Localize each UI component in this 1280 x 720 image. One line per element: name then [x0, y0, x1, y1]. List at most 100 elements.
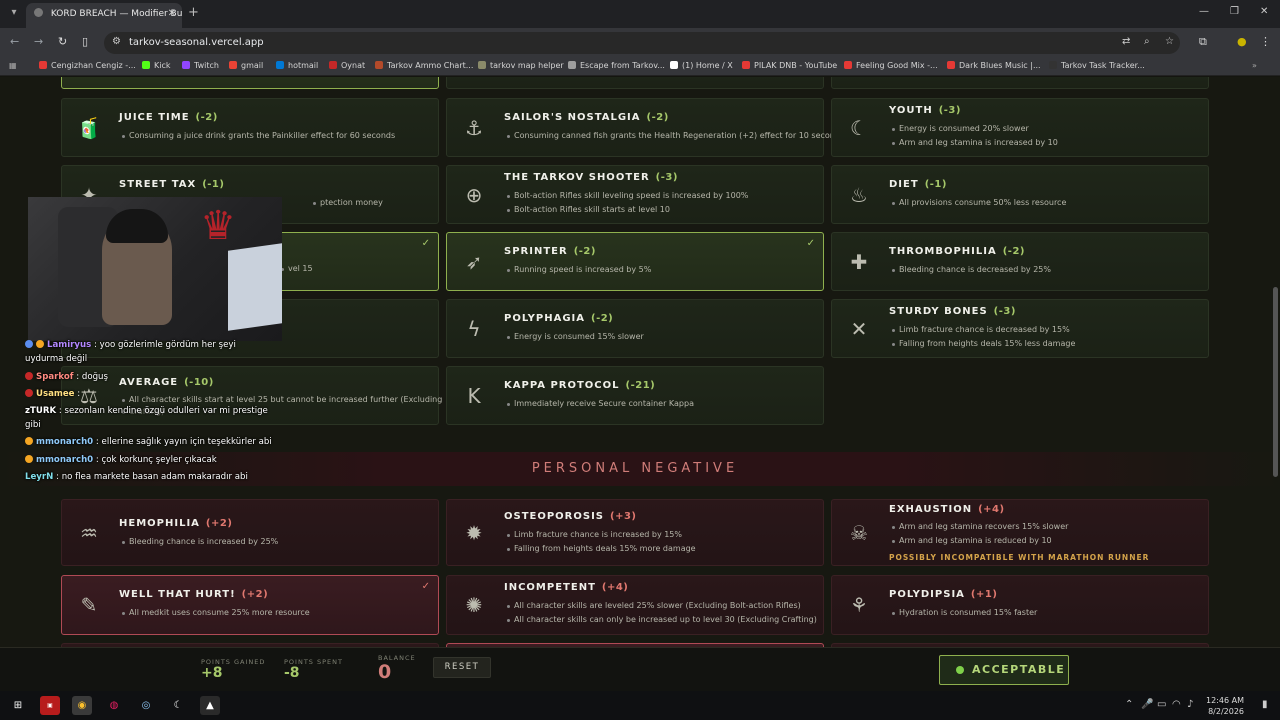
- translate-icon[interactable]: ⇄: [1122, 36, 1130, 47]
- address-bar[interactable]: ⚙ tarkov-seasonal.vercel.app ⇄ ⌕ ☆: [104, 32, 1180, 54]
- volume-icon[interactable]: ♪: [1187, 699, 1193, 710]
- modifier-effect: Energy is consumed 15% slower: [507, 332, 644, 341]
- chat-message: Sparkof : doğuş: [25, 372, 108, 382]
- modifier-card-sailors-nostalgia[interactable]: ⚓ SAILOR'S NOSTALGIA (-2) Consuming canne…: [446, 98, 844, 157]
- water-icon: ⚘: [850, 593, 868, 617]
- os-taskbar: ⊞ ▣ ◉ ◍ ◎ ☾ ▲ ⌃ 🎤 ▭ ◠ ♪ 12:46 AM 8/2/202…: [0, 691, 1280, 720]
- bookmark-11[interactable]: PILAK DNB - YouTube: [742, 61, 837, 70]
- chat-badge-icon: [25, 437, 33, 445]
- app-icon[interactable]: ◍: [104, 696, 124, 715]
- modifier-card-hemophilia[interactable]: ♒ HEMOPHILIA (+2) Bleeding chance is incr…: [61, 499, 439, 566]
- site-info-icon[interactable]: ⚙: [112, 36, 121, 47]
- bookmark-3[interactable]: Twitch: [182, 61, 219, 70]
- wifi-icon[interactable]: ◠: [1172, 699, 1181, 710]
- page-scrollbar[interactable]: [1273, 287, 1278, 477]
- bookmark-5[interactable]: hotmail: [276, 61, 318, 70]
- display-icon[interactable]: ▭: [1157, 699, 1166, 710]
- bookmark-2[interactable]: Kick: [142, 61, 171, 70]
- chat-message: LeyrN : no flea markete basan adam makar…: [25, 472, 248, 482]
- modifier-card-kappa-protocol[interactable]: K KAPPA PROTOCOL (-21) Immediately receiv…: [446, 366, 824, 425]
- modifier-card-cut[interactable]: [446, 77, 824, 89]
- new-tab-icon[interactable]: +: [188, 5, 199, 20]
- modifier-effect: Limb fracture chance is decreased by 15%: [892, 325, 1070, 334]
- browser-tab-bar: ▾ KORD BREACH — Modifier Buil ✕ + — ❐ ✕: [0, 0, 1280, 28]
- modifier-card-polydipsia[interactable]: ⚘ POLYDIPSIA (+1) Hydration is consumed 1…: [831, 575, 1209, 635]
- points-spent-value: -8: [284, 665, 300, 681]
- zoom-icon[interactable]: ⌕: [1144, 36, 1150, 47]
- modifier-title: YOUTH (-3): [889, 105, 961, 116]
- modifier-title: INCOMPETENT (+4): [504, 582, 629, 593]
- reload-icon[interactable]: ↻: [58, 35, 67, 48]
- sidebar-icon[interactable]: ▯: [82, 35, 88, 48]
- bookmark-6[interactable]: Oynat: [329, 61, 365, 70]
- bookmark-star-icon[interactable]: ☆: [1165, 36, 1174, 47]
- bookmark-10[interactable]: (1) Home / X: [670, 61, 733, 70]
- chat-message: gibi: [25, 420, 41, 430]
- chat-message: mmonarch0 : çok korkunç şeyler çıkacak: [25, 455, 217, 465]
- chat-badge-icon: [36, 340, 44, 348]
- modifier-card-sturdy-bones[interactable]: ✕ STURDY BONES (-3) Limb fracture chance …: [831, 299, 1209, 358]
- modifier-card-osteoporosis[interactable]: ✹ OSTEOPOROSIS (+3) Limb fracture chance …: [446, 499, 824, 566]
- close-window-icon[interactable]: ✕: [1260, 6, 1268, 17]
- mic-icon[interactable]: 🎤: [1141, 699, 1153, 710]
- profile-icon[interactable]: ●: [1237, 35, 1247, 48]
- tray-chevron-icon[interactable]: ⌃: [1125, 699, 1133, 710]
- apps-icon[interactable]: ▦: [9, 61, 17, 70]
- modifier-card-well-that-hurt[interactable]: ✎ WELL THAT HURT! (+2) All medkit uses co…: [61, 575, 439, 635]
- back-icon[interactable]: ←: [10, 35, 19, 48]
- steam-icon[interactable]: ◎: [136, 696, 156, 715]
- windows-start-icon[interactable]: ⊞: [8, 696, 28, 715]
- reset-button[interactable]: RESET: [433, 657, 491, 678]
- modifier-card-thrombophilia[interactable]: ✚ THROMBOPHILIA (-2) Bleeding chance is d…: [831, 232, 1209, 291]
- bookmark-12[interactable]: Feeling Good Mix -...: [844, 61, 938, 70]
- modifier-card-polyphagia[interactable]: ϟ POLYPHAGIA (-2) Energy is consumed 15% …: [446, 299, 824, 358]
- forward-icon[interactable]: →: [34, 35, 43, 48]
- bookmarks-overflow-icon[interactable]: »: [1252, 61, 1257, 70]
- minimize-icon[interactable]: —: [1199, 6, 1209, 17]
- modifier-effect: Falling from heights deals 15% more dama…: [507, 544, 696, 553]
- app-icon[interactable]: ☾: [168, 696, 188, 715]
- modifier-effect: Falling from heights deals 15% less dama…: [891, 339, 1076, 348]
- menu-icon[interactable]: ⋮: [1260, 35, 1271, 48]
- modifier-card-cut[interactable]: [831, 77, 1209, 89]
- chat-message: mmonarch0 : ellerine sağlık yayın için t…: [25, 437, 272, 447]
- extensions-icon[interactable]: ⧉: [1199, 35, 1207, 49]
- skeleton-icon: ✹: [465, 520, 483, 545]
- modifier-effect: vel 15: [281, 264, 313, 273]
- modifier-builder-page: 🧃 JUICE TIME (-2) Consuming a juice drink…: [0, 77, 1280, 691]
- modifier-card-juice-time[interactable]: 🧃 JUICE TIME (-2) Consuming a juice drink…: [61, 98, 439, 157]
- tarkov-icon[interactable]: ▲: [200, 696, 220, 715]
- acceptable-button[interactable]: ACCEPTABLE: [939, 655, 1069, 685]
- tab-search-icon[interactable]: ▾: [6, 5, 22, 21]
- bookmark-1[interactable]: Cengizhan Cengiz -...: [39, 61, 136, 70]
- modifier-card-incompetent[interactable]: ✺ INCOMPETENT (+4) All character skills a…: [446, 575, 824, 635]
- blood-icon: ♒: [80, 520, 98, 545]
- notification-icon[interactable]: ▮: [1262, 699, 1268, 710]
- modifier-effect: Consuming canned fish grants the Health …: [506, 131, 845, 140]
- restore-icon[interactable]: ❐: [1230, 6, 1239, 17]
- bookmark-9[interactable]: Escape from Tarkov...: [568, 61, 665, 70]
- modifier-effect: Arm and leg stamina is increased by 10: [892, 138, 1058, 147]
- modifier-card-sprinter[interactable]: ➶ SPRINTER (-2) Running speed is increase…: [446, 232, 824, 291]
- bookmark-14[interactable]: Tarkov Task Tracker...: [1049, 61, 1145, 70]
- kappa-icon: K: [467, 383, 481, 408]
- chat-badge-icon: [25, 389, 33, 397]
- modifier-card-average[interactable]: ⚖ AVERAGE (-10) All character skills star…: [61, 366, 442, 425]
- bookmark-4[interactable]: gmail: [229, 61, 263, 70]
- modifier-card-cut[interactable]: [61, 77, 439, 89]
- modifier-title: JUICE TIME (-2): [119, 112, 218, 123]
- taskbar-clock[interactable]: 12:46 AM 8/2/2026: [1200, 695, 1244, 717]
- modifier-effect: ptection money: [313, 198, 383, 207]
- bookmark-7[interactable]: Tarkov Ammo Chart...: [375, 61, 473, 70]
- chrome-icon[interactable]: ◉: [72, 696, 92, 715]
- modifier-card-youth[interactable]: ☾ YOUTH (-3) Energy is consumed 20% slowe…: [831, 98, 1209, 157]
- bookmark-13[interactable]: Dark Blues Music |...: [947, 61, 1041, 70]
- browser-tab[interactable]: KORD BREACH — Modifier Buil ✕: [26, 3, 182, 28]
- modifier-card-exhaustion[interactable]: ☠ EXHAUSTION (+4) Arm and leg stamina rec…: [831, 499, 1209, 566]
- app-icon[interactable]: ▣: [40, 696, 60, 715]
- tab-close-icon[interactable]: ✕: [168, 8, 176, 19]
- modifier-card-diet[interactable]: ♨ DIET (-1) All provisions consume 50% le…: [831, 165, 1209, 224]
- modifier-card-tarkov-shooter[interactable]: ⊕ THE TARKOV SHOOTER (-3) Bolt-action Rif…: [446, 165, 824, 224]
- tab-favicon-icon: [34, 8, 43, 17]
- bookmark-8[interactable]: tarkov map helper: [478, 61, 564, 70]
